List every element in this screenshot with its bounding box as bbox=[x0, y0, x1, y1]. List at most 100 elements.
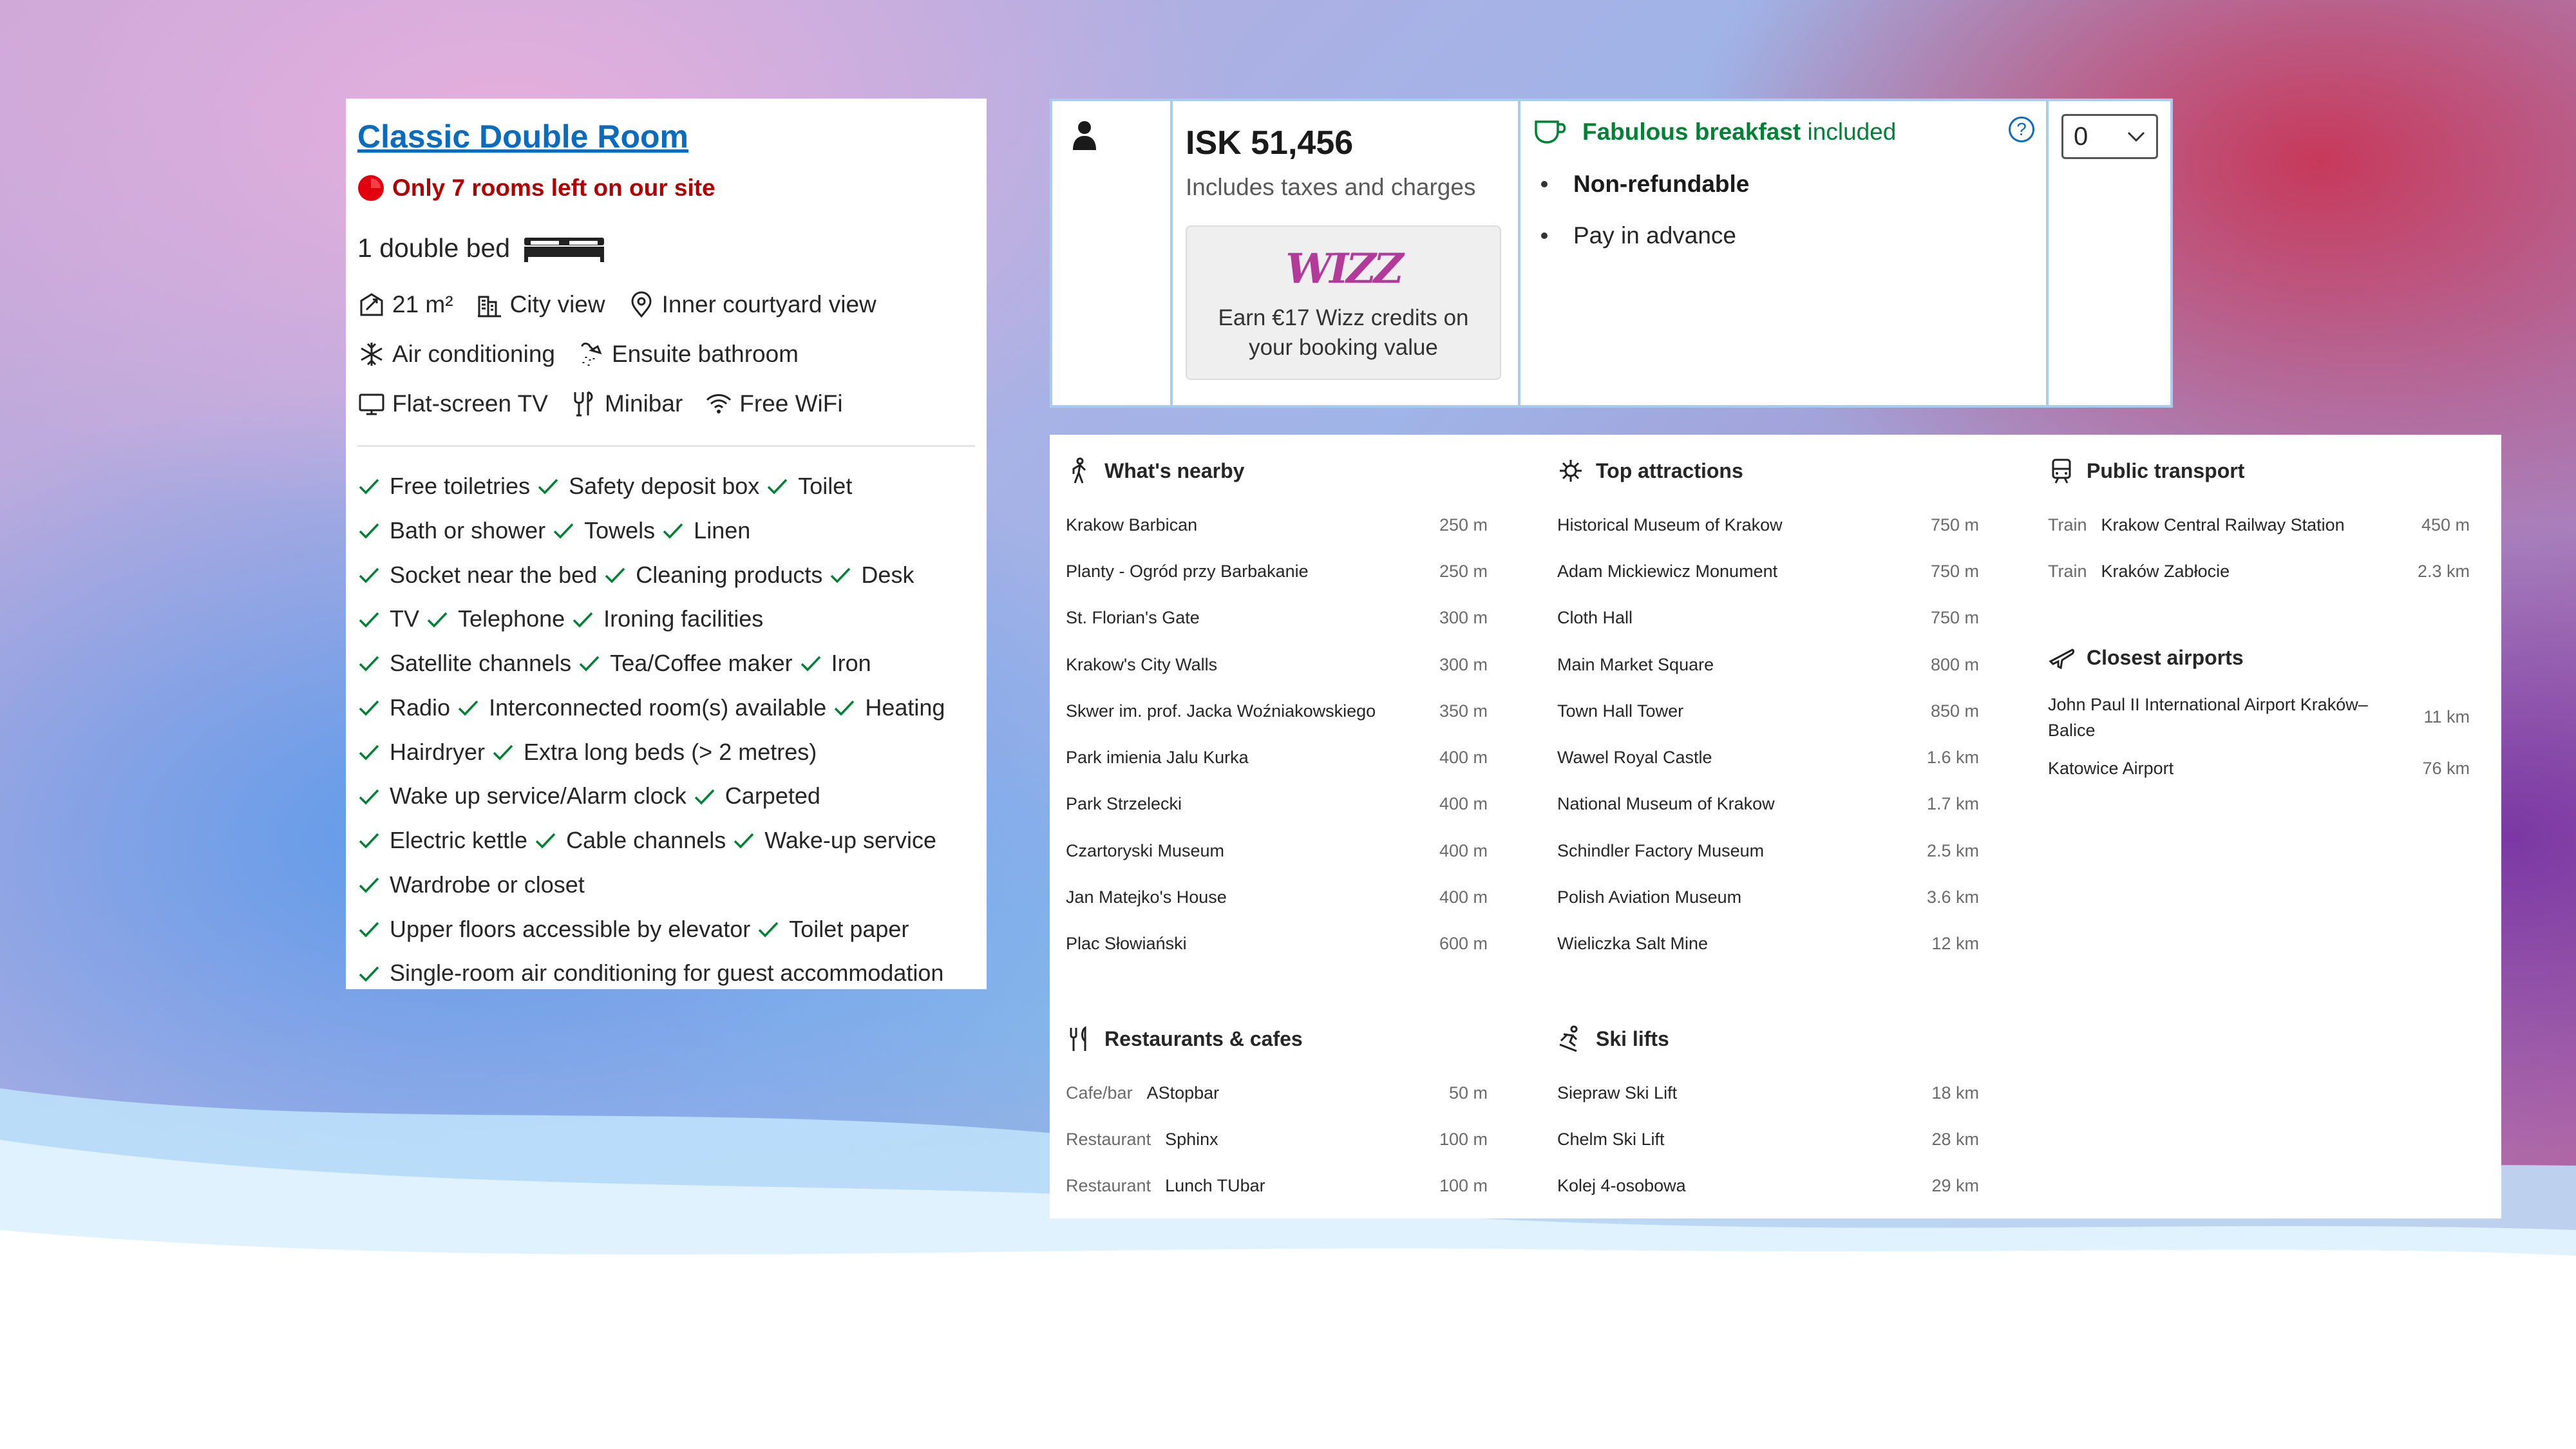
place-distance: 750 m bbox=[1930, 561, 1979, 581]
place-distance: 400 m bbox=[1439, 840, 1488, 860]
section-title: Top attractions bbox=[1557, 454, 1979, 488]
amenity-label: Cable channels bbox=[566, 827, 726, 853]
place-name: Lunch TUbar bbox=[1165, 1176, 1265, 1196]
place-row: Skwer im. prof. Jacka Woźniakowskiego 350… bbox=[1066, 688, 1488, 734]
facility-tv: Flat-screen TV bbox=[357, 390, 548, 418]
room-title-link[interactable]: Classic Double Room bbox=[357, 118, 975, 155]
section-whats-nearby: What's nearby Krakow Barbican 250 m Planty… bbox=[1066, 454, 1488, 967]
amenity-item: Toilet bbox=[766, 466, 852, 507]
amenity-item: Hairdryer bbox=[357, 732, 485, 773]
checkmark-icon bbox=[573, 612, 593, 628]
amenity-item: Bath or shower bbox=[357, 511, 545, 551]
place-name-line: Balice bbox=[2048, 720, 2096, 740]
place-name: Adam Mickiewicz Monument bbox=[1557, 561, 1778, 581]
double-bed-icon bbox=[524, 238, 605, 262]
section-title: What's nearby bbox=[1066, 454, 1488, 488]
divider bbox=[357, 445, 975, 447]
attractions-list: Historical Museum of Krakow 750 m Adam Mic… bbox=[1557, 502, 1979, 967]
facility-minibar: Minibar bbox=[570, 390, 683, 418]
place-distance: 50 m bbox=[1448, 1083, 1488, 1103]
amenity-label: Free toiletries bbox=[390, 473, 531, 499]
checkmark-icon bbox=[831, 567, 851, 583]
checkmark-icon bbox=[693, 785, 725, 808]
facility-wifi: Free WiFi bbox=[705, 390, 843, 418]
place-name: AStopbar bbox=[1146, 1083, 1220, 1103]
room-size-icon bbox=[360, 293, 383, 316]
place-row: Adam Mickiewicz Monument 750 m bbox=[1557, 548, 1979, 594]
section-title-text: Public transport bbox=[2087, 459, 2245, 482]
bed-text: 1 double bed bbox=[357, 232, 511, 263]
place-name-group: Main Market Square bbox=[1557, 655, 1714, 675]
place-name: Park Strzelecki bbox=[1066, 794, 1182, 814]
amenity-item: Wardrobe or closet bbox=[357, 865, 585, 905]
place-row: St. Florian's Gate 300 m bbox=[1066, 595, 1488, 641]
place-row: Polish Aviation Museum 3.6 km bbox=[1557, 874, 1979, 920]
place-name-group: St. Florian's Gate bbox=[1066, 608, 1200, 628]
amenity-label: Wake up service/Alarm clock bbox=[390, 782, 687, 810]
place-name: Planty - Ogród przy Barbakanie bbox=[1066, 561, 1309, 581]
checkmark-icon bbox=[491, 741, 524, 764]
checkmark-icon bbox=[359, 612, 379, 628]
checkmark-icon bbox=[357, 564, 390, 587]
wizz-text-line: your booking value bbox=[1249, 335, 1438, 360]
amenity-label: Towels bbox=[584, 516, 656, 544]
place-name: Cloth Hall bbox=[1557, 608, 1633, 628]
amenity-item: Towels bbox=[552, 511, 655, 551]
place-category: Restaurant bbox=[1066, 1129, 1151, 1149]
amenity-item: Wake up service/Alarm clock bbox=[357, 776, 687, 817]
snowflake-icon bbox=[361, 343, 383, 366]
place-name: Town Hall Tower bbox=[1557, 701, 1684, 721]
room-count-select[interactable]: 0 bbox=[2061, 114, 2158, 159]
facility-ensuite-bathroom: Ensuite bathroom bbox=[577, 340, 799, 368]
help-icon[interactable]: ? bbox=[2009, 117, 2034, 142]
checkmark-icon bbox=[535, 833, 556, 849]
shower-icon bbox=[581, 343, 602, 366]
place-row: Plac Słowiański 600 m bbox=[1066, 921, 1488, 967]
place-distance: 600 m bbox=[1439, 934, 1488, 954]
wizz-logo: WIZZ bbox=[1285, 245, 1403, 293]
checkmark-icon bbox=[571, 608, 603, 631]
place-name-group: Train Kraków Zabłocie bbox=[2048, 562, 2230, 582]
place-name: Park imienia Jalu Kurka bbox=[1066, 748, 1249, 768]
amenity-label: Linen bbox=[694, 516, 751, 544]
place-distance: 450 m bbox=[2421, 515, 2470, 535]
facility-row: Flat-screen TV Minibar Free WiFi bbox=[357, 390, 975, 418]
scarcity-notice: Only 7 rooms left on our site bbox=[357, 175, 975, 202]
amenity-item: Radio bbox=[357, 688, 450, 728]
place-name-group: Chelm Ski Lift bbox=[1557, 1130, 1665, 1150]
place-row: Kolej 4-osobowa 29 km bbox=[1557, 1163, 1979, 1209]
tv-icon bbox=[359, 393, 384, 415]
place-name-group: Park Strzelecki bbox=[1066, 794, 1182, 814]
place-category: Train bbox=[2048, 515, 2087, 535]
amenity-label: Cleaning products bbox=[636, 561, 823, 588]
amenity-item: Interconnected room(s) available bbox=[457, 688, 826, 728]
place-name-group: Cloth Hall bbox=[1557, 608, 1633, 628]
place-name: Kolej 4-osobowa bbox=[1557, 1176, 1686, 1196]
amenity-item: Iron bbox=[799, 643, 871, 684]
place-row: Krakow Barbican 250 m bbox=[1066, 502, 1488, 548]
amenity-item: Heating bbox=[833, 688, 945, 728]
amenity-label: Wake-up service bbox=[764, 827, 936, 853]
place-name-group: Katowice Airport bbox=[2048, 759, 2174, 779]
condition-item: Pay in advance bbox=[1533, 222, 2033, 249]
facility-list: 21 m² City view Inner courtyard view Air… bbox=[357, 290, 975, 418]
place-row: Park imienia Jalu Kurka 400 m bbox=[1066, 734, 1488, 781]
place-category: Restaurant bbox=[1066, 1176, 1151, 1196]
facility-label: 21 m² bbox=[392, 291, 453, 317]
bed-info: 1 double bed bbox=[357, 232, 975, 263]
nearby-list: Krakow Barbican 250 m Planty - Ogród przy … bbox=[1066, 502, 1488, 967]
place-distance: 300 m bbox=[1439, 608, 1488, 628]
wizz-text-line: Earn €17 Wizz credits on bbox=[1218, 305, 1469, 330]
amenity-item: Desk bbox=[829, 555, 914, 596]
booking-row: ISK 51,456 Includes taxes and charges WI… bbox=[1050, 99, 2173, 408]
train-icon bbox=[2052, 459, 2071, 484]
facility-air-conditioning: Air conditioning bbox=[357, 340, 555, 368]
place-row: Siepraw Ski Lift 18 km bbox=[1557, 1070, 1979, 1116]
amenity-item: Wake-up service bbox=[732, 820, 936, 861]
occupancy-cell bbox=[1052, 101, 1173, 405]
amenity-item: Telephone bbox=[426, 599, 565, 639]
place-distance: 12 km bbox=[1931, 934, 1979, 954]
wizz-credits-text: Earn €17 Wizz credits on your booking va… bbox=[1187, 303, 1500, 363]
amenity-row: Electric kettle Cable channels Wake-up ser… bbox=[357, 820, 975, 865]
place-name-line: John Paul II International Airport Krakó… bbox=[2048, 694, 2368, 714]
